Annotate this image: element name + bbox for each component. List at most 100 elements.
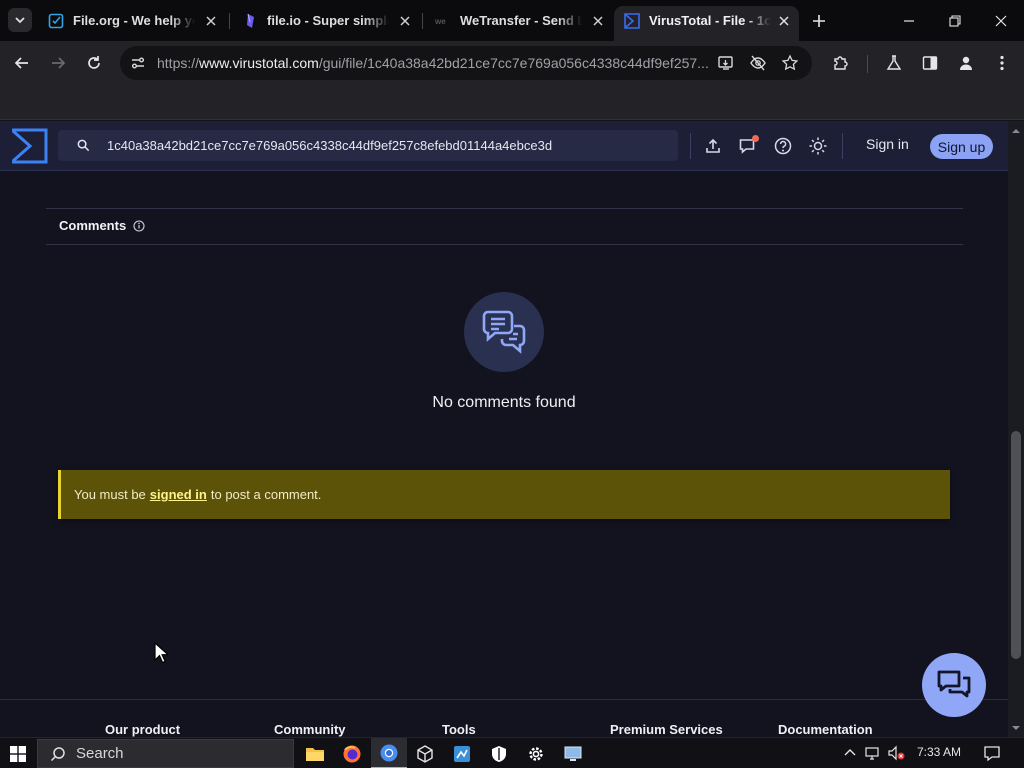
labs-button[interactable] [882,51,906,75]
chrome-icon [380,744,398,761]
side-panel-button[interactable] [918,51,942,75]
page-scrollbar[interactable] [1008,121,1024,737]
url-host: www.virustotal.com [199,55,319,71]
tab-virustotal[interactable]: VirusTotal - File - 1c40 [614,6,799,41]
close-tab-icon[interactable] [590,13,605,28]
notice-suffix: to post a comment. [210,487,322,502]
taskbar-remote-desktop[interactable] [555,738,591,768]
taskbar-clock[interactable]: 7:33 AM [917,745,961,759]
tab-file-io[interactable]: file.io - Super simple f [232,6,420,35]
puzzle-icon [834,56,848,70]
start-button[interactable] [0,738,36,768]
eye-slash-icon[interactable] [748,53,768,73]
browser-toolbar: https://www.virustotal.com/gui/file/1c40… [0,41,1024,85]
close-window-button[interactable] [990,10,1012,32]
network-app-icon [454,745,470,762]
scroll-up-arrow-icon[interactable] [1012,127,1020,135]
tab-separator [229,13,230,29]
help-icon [774,137,792,155]
taskbar-network-tool[interactable] [444,738,480,768]
upload-button[interactable] [702,135,724,157]
tab-search-button[interactable] [8,8,32,32]
sun-icon [809,137,827,155]
sign-up-button[interactable]: Sign up [930,134,993,159]
close-tab-icon[interactable] [397,13,412,28]
sign-in-notice: You must be signed in to post a comment. [58,470,950,519]
file-io-icon [242,13,258,29]
taskbar-firefox[interactable] [334,738,370,768]
browser-menu-button[interactable] [990,51,1014,75]
virustotal-header: Sign in Sign up [0,121,1024,171]
kebab-menu-icon [1000,55,1004,71]
comments-section: Comments No comments found You must be s… [0,172,1008,737]
footer-heading-documentation: Documentation [778,722,873,737]
tray-show-hidden-button[interactable] [841,744,859,762]
scroll-down-arrow-icon[interactable] [1012,724,1020,732]
chat-bubbles-icon [937,670,971,698]
monitor-icon [564,746,582,761]
side-panel-icon [922,56,938,70]
new-tab-button[interactable] [808,10,830,32]
flask-icon [886,55,902,70]
search-icon [50,746,65,761]
volume-muted-icon [888,745,905,761]
footer-heading-premium-services: Premium Services [610,722,723,737]
close-icon [995,15,1007,27]
vt-search-box[interactable] [58,130,678,161]
taskbar-chrome[interactable] [371,738,407,768]
install-app-icon[interactable] [716,53,736,73]
url-text[interactable]: https://www.virustotal.com/gui/file/1c40… [157,55,713,71]
notification-center-button[interactable] [983,744,1001,762]
back-button[interactable] [10,51,34,75]
close-tab-icon[interactable] [776,13,791,28]
reload-icon [88,56,100,69]
sign-in-link[interactable]: Sign in [866,136,909,152]
address-bar[interactable]: https://www.virustotal.com/gui/file/1c40… [120,46,812,80]
svg-text:we: we [435,17,446,26]
forward-button[interactable] [46,51,70,75]
taskbar-settings[interactable] [518,738,554,768]
help-button[interactable] [772,135,794,157]
header-separator [842,133,843,159]
divider [46,208,963,209]
bookmark-star-icon[interactable] [780,53,800,73]
mouse-cursor-icon [154,642,168,664]
taskbar-search[interactable]: Search [37,739,294,768]
tab-separator [422,13,423,29]
restore-button[interactable] [944,10,966,32]
url-scheme: https:// [157,55,200,71]
info-icon[interactable] [133,220,145,232]
comments-title: Comments [59,218,127,233]
tab-title: WeTransfer - Send Lar [460,13,582,28]
taskbar-virtualbox[interactable] [407,738,443,768]
chat-support-button[interactable] [922,653,986,717]
wetransfer-icon: we [435,13,451,29]
notifications-button[interactable] [737,135,759,157]
vt-search-input[interactable] [107,130,667,161]
tab-wetransfer[interactable]: we WeTransfer - Send Lar [425,6,613,35]
site-settings-icon[interactable] [128,53,148,73]
tray-volume[interactable] [888,744,906,762]
minimize-button[interactable] [898,10,920,32]
tab-title: file.io - Super simple f [267,13,389,28]
reload-button[interactable] [82,51,106,75]
tray-network[interactable] [864,744,882,762]
tab-file-org[interactable]: File.org - We help you [38,6,226,35]
firefox-icon [343,745,361,762]
signed-in-link[interactable]: signed in [150,487,207,502]
taskbar-search-label: Search [76,745,124,762]
profile-button[interactable] [954,51,978,75]
taskbar-file-explorer[interactable] [297,738,333,768]
taskbar-security[interactable] [481,738,517,768]
upload-icon [706,138,720,153]
notice-prefix: You must be [74,487,146,502]
extensions-button[interactable] [829,51,853,75]
person-icon [960,56,972,70]
virustotal-logo-icon[interactable] [10,128,48,164]
scrollbar-thumb[interactable] [1011,431,1021,659]
back-arrow-icon [14,57,28,69]
gear-icon [529,746,543,761]
bookmark-bar [0,85,1024,120]
theme-toggle-button[interactable] [807,135,829,157]
close-tab-icon[interactable] [203,13,218,28]
